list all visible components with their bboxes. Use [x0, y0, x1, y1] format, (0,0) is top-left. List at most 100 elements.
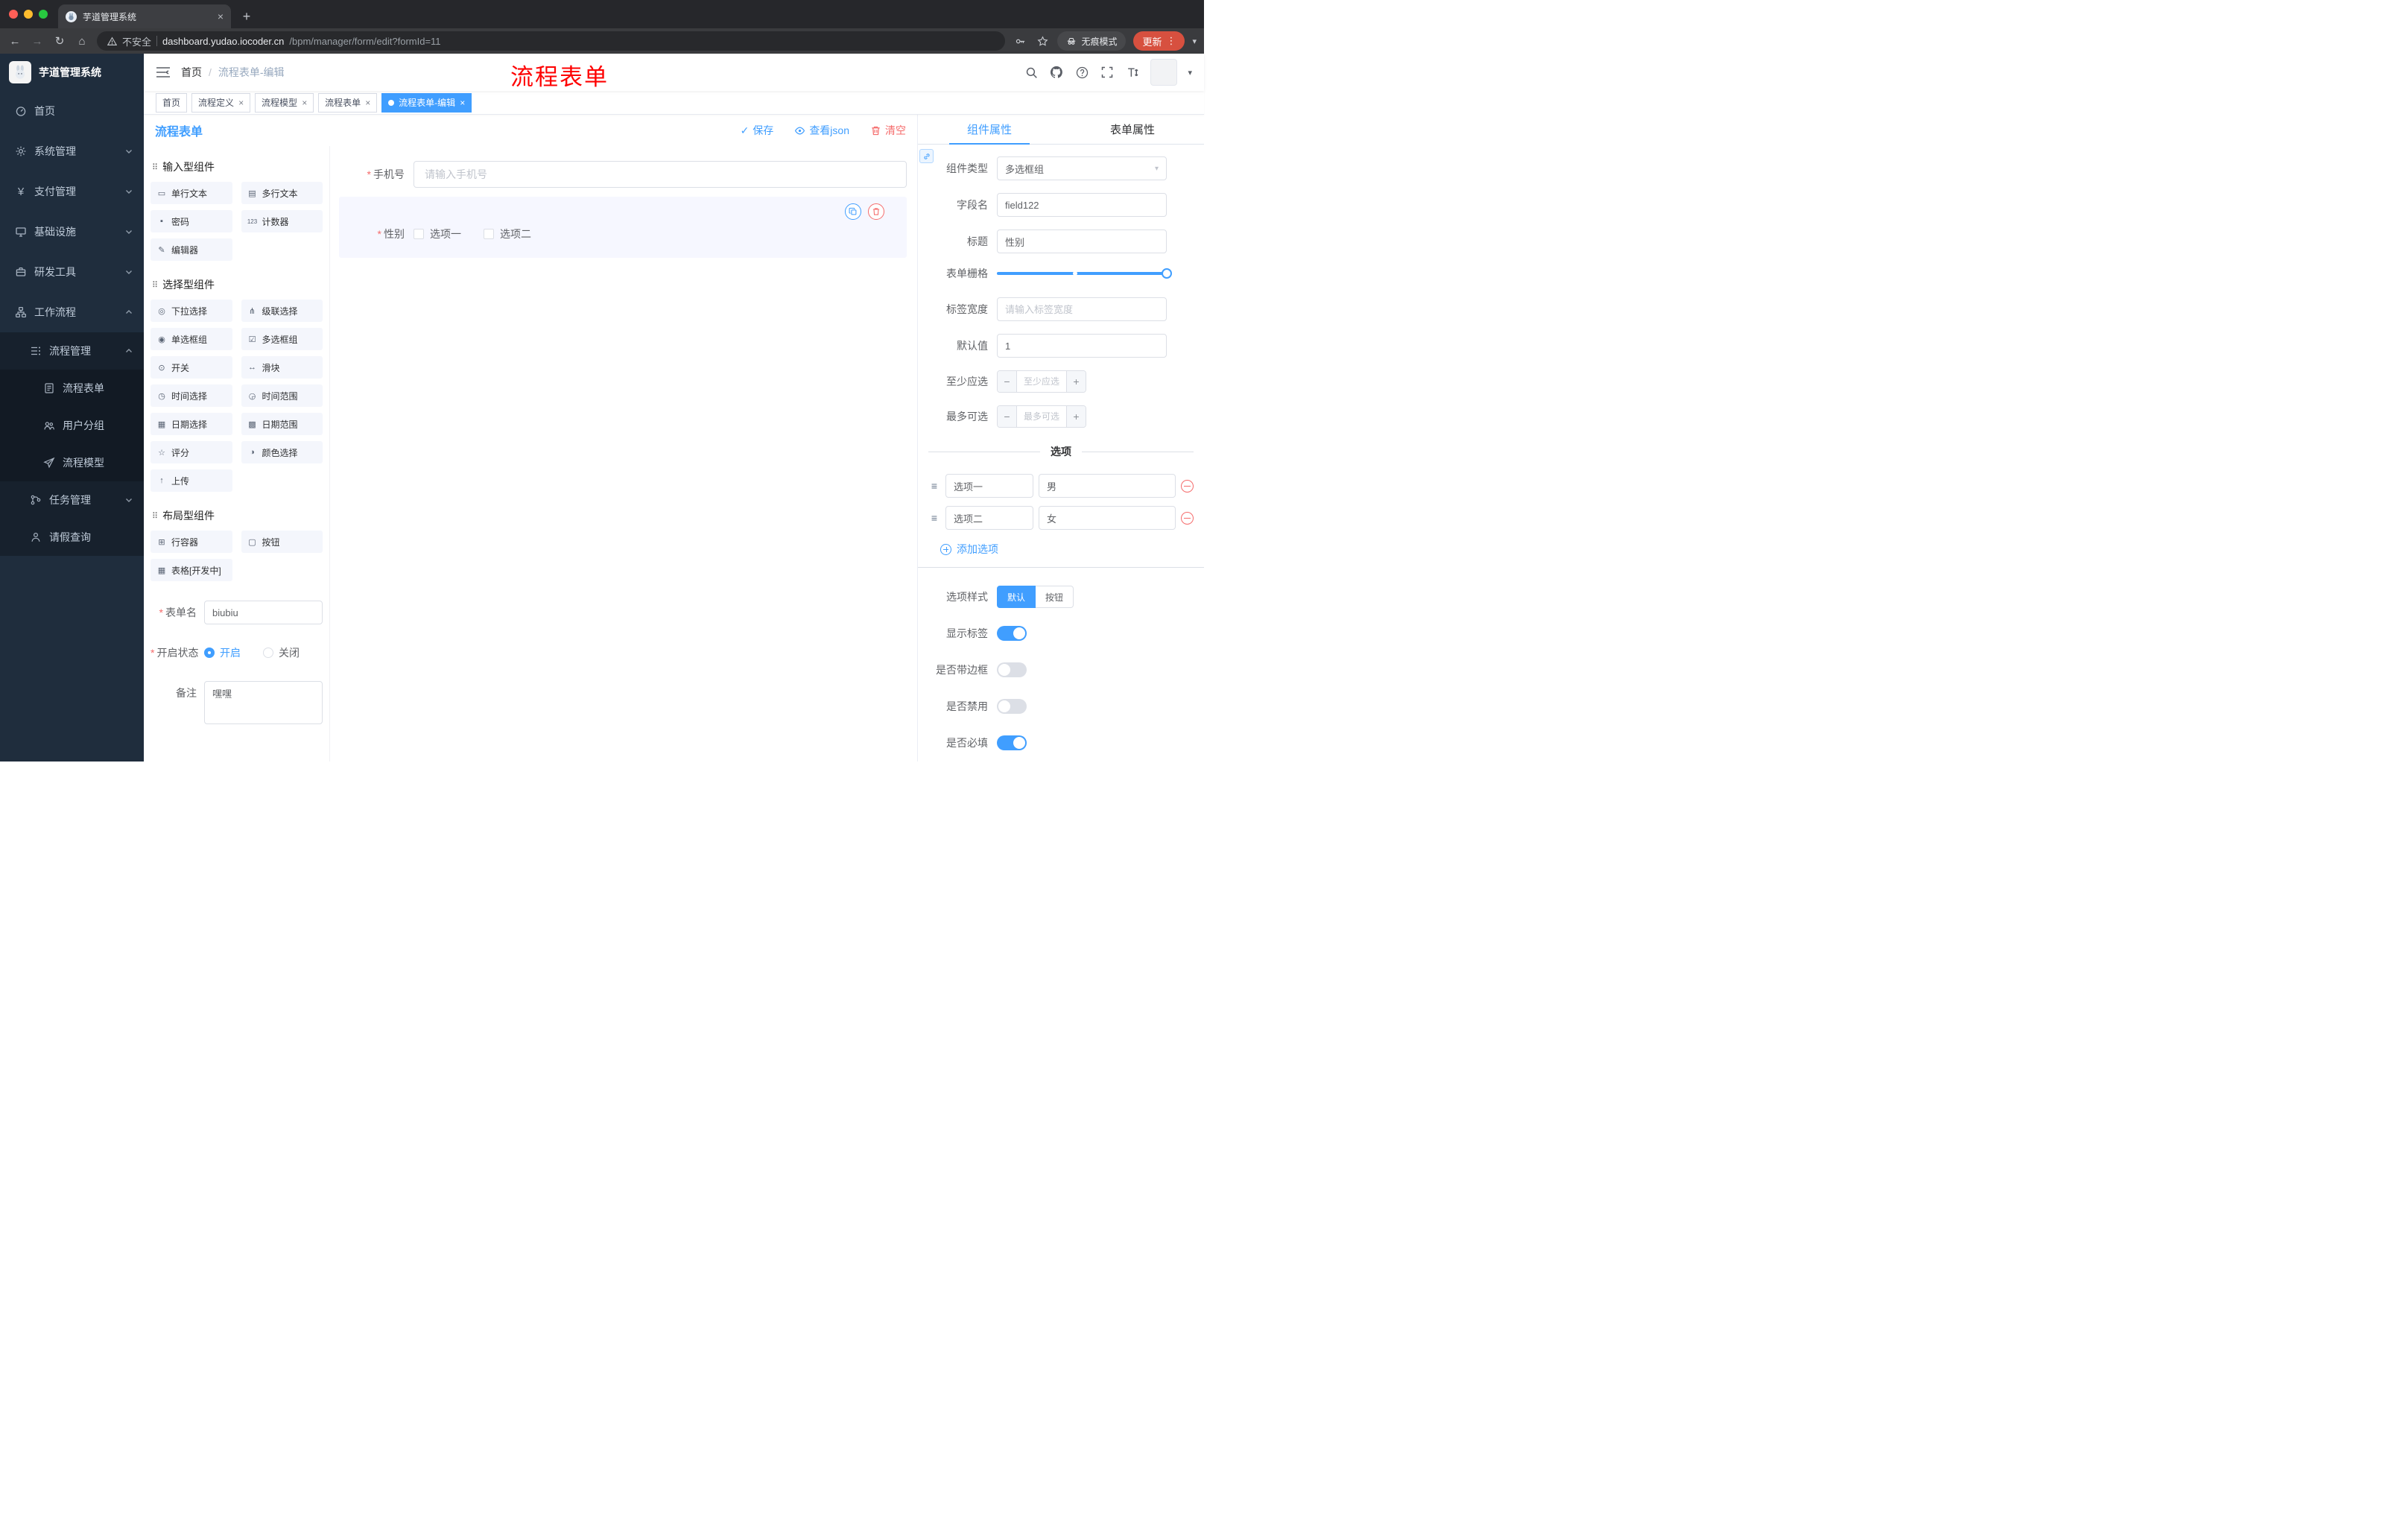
gender-option-1-checkbox[interactable]: 选项一 — [414, 227, 461, 241]
palette-item-counter[interactable]: 123 计数器 — [241, 210, 323, 232]
sidebar-item-payment[interactable]: ¥ 支付管理 — [0, 171, 144, 212]
clear-button[interactable]: 清空 — [870, 123, 906, 138]
tab-form-props[interactable]: 表单属性 — [1061, 115, 1204, 144]
style-default-button[interactable]: 默认 — [997, 586, 1036, 608]
palette-item-checkbox-group[interactable]: ☑ 多选框组 — [241, 328, 323, 350]
palette-item-switch[interactable]: ⊙ 开关 — [150, 356, 232, 379]
slider-handle[interactable] — [1162, 268, 1172, 279]
show-label-switch[interactable] — [997, 626, 1027, 641]
tag-process-form-edit[interactable]: 流程表单-编辑 — [381, 92, 472, 113]
status-on-radio[interactable]: 开启 — [204, 645, 241, 660]
palette-item-time-picker[interactable]: ◷ 时间选择 — [150, 384, 232, 407]
option-label-input[interactable] — [945, 506, 1033, 530]
help-icon[interactable] — [1074, 65, 1089, 80]
tag-close-icon[interactable] — [365, 98, 370, 108]
palette-item-select[interactable]: ◎ 下拉选择 — [150, 300, 232, 322]
sidebar-item-system[interactable]: 系统管理 — [0, 131, 144, 171]
decrease-button[interactable] — [998, 371, 1017, 392]
option-value-input[interactable] — [1039, 474, 1176, 498]
bookmark-star-icon[interactable] — [1035, 34, 1050, 48]
password-key-icon[interactable] — [1013, 34, 1027, 48]
zoom-window-button[interactable] — [39, 10, 48, 19]
palette-item-single-line-text[interactable]: ▭ 单行文本 — [150, 182, 232, 204]
home-icon[interactable]: ⌂ — [75, 35, 89, 48]
sidebar-item-devtools[interactable]: 研发工具 — [0, 252, 144, 292]
component-type-select[interactable]: 多选框组 ▾ — [997, 156, 1167, 180]
copy-component-button[interactable] — [845, 203, 861, 220]
palette-item-slider[interactable]: ↔ 滑块 — [241, 356, 323, 379]
add-option-button[interactable]: 添加选项 — [918, 542, 1204, 557]
option-value-input[interactable] — [1039, 506, 1176, 530]
tab-component-props[interactable]: 组件属性 — [918, 115, 1061, 145]
new-tab-button[interactable] — [237, 7, 256, 26]
gender-option-2-checkbox[interactable]: 选项二 — [484, 227, 531, 241]
disabled-switch[interactable] — [997, 699, 1027, 714]
form-name-input[interactable] — [204, 601, 323, 624]
palette-item-rate[interactable]: ☆ 评分 — [150, 441, 232, 463]
form-remark-textarea[interactable]: 嘿嘿 — [204, 681, 323, 724]
max-checked-input[interactable] — [1017, 406, 1066, 427]
reload-icon[interactable]: ↻ — [52, 34, 67, 48]
palette-item-button[interactable]: ▢ 按钮 — [241, 531, 323, 553]
avatar-caret-icon[interactable]: ▾ — [1188, 68, 1192, 77]
canvas-field-phone[interactable]: 手机号 — [339, 161, 907, 188]
sidebar-item-task-management[interactable]: 任务管理 — [0, 481, 144, 519]
required-switch[interactable] — [997, 735, 1027, 750]
user-avatar[interactable] — [1150, 59, 1178, 86]
phone-input[interactable] — [414, 161, 907, 188]
sidebar-item-process-management[interactable]: 流程管理 — [0, 332, 144, 370]
sidebar-item-home[interactable]: 首页 — [0, 91, 144, 131]
style-button-button[interactable]: 按钮 — [1036, 586, 1074, 608]
field-name-input[interactable] — [997, 193, 1167, 217]
title-input[interactable] — [997, 229, 1167, 253]
increase-button[interactable] — [1066, 406, 1086, 427]
sidebar-item-infrastructure[interactable]: 基础设施 — [0, 212, 144, 252]
remove-option-button[interactable] — [1181, 511, 1194, 525]
form-canvas[interactable]: 手机号 — [330, 146, 917, 762]
drag-handle-icon[interactable]: ≡ — [928, 480, 940, 492]
label-width-input[interactable] — [997, 297, 1167, 321]
min-checked-input[interactable] — [1017, 371, 1066, 392]
sidebar-item-process-model[interactable]: 流程模型 — [0, 444, 144, 481]
close-window-button[interactable] — [9, 10, 18, 19]
palette-item-upload[interactable]: ↑ 上传 — [150, 469, 232, 492]
drag-handle-icon[interactable]: ≡ — [928, 512, 940, 524]
palette-item-password[interactable]: ▪ 密码 — [150, 210, 232, 232]
remove-option-button[interactable] — [1181, 479, 1194, 493]
update-browser-button[interactable]: 更新 ⋮ — [1133, 31, 1185, 51]
back-icon[interactable]: ← — [7, 35, 22, 48]
fullscreen-icon[interactable] — [1100, 65, 1115, 80]
tag-close-icon[interactable] — [238, 98, 244, 108]
tag-process-model[interactable]: 流程模型 — [255, 92, 314, 113]
increase-button[interactable] — [1066, 371, 1086, 392]
view-json-button[interactable]: 查看json — [794, 123, 849, 138]
profile-caret-icon[interactable]: ▾ — [1192, 37, 1197, 46]
browser-tab[interactable]: 芋道管理系统 — [58, 4, 231, 28]
palette-item-radio-group[interactable]: ◉ 单选框组 — [150, 328, 232, 350]
tag-process-definition[interactable]: 流程定义 — [191, 92, 251, 113]
address-bar[interactable]: 不安全 dashboard.yudao.iocoder.cn /bpm/mana… — [97, 31, 1006, 51]
sidebar-item-process-form[interactable]: 流程表单 — [0, 370, 144, 407]
option-label-input[interactable] — [945, 474, 1033, 498]
grid-slider[interactable] — [997, 268, 1172, 279]
forward-icon[interactable]: → — [30, 35, 45, 48]
default-value-input[interactable] — [997, 334, 1167, 358]
delete-component-button[interactable] — [868, 203, 884, 220]
palette-item-editor[interactable]: ✎ 编辑器 — [150, 238, 232, 261]
tag-close-icon[interactable] — [460, 98, 465, 108]
minimize-window-button[interactable] — [24, 10, 33, 19]
palette-item-row-container[interactable]: ⊞ 行容器 — [150, 531, 232, 553]
palette-item-date-range[interactable]: ▩ 日期范围 — [241, 413, 323, 435]
tag-process-form[interactable]: 流程表单 — [318, 92, 378, 113]
palette-item-date-picker[interactable]: ▦ 日期选择 — [150, 413, 232, 435]
link-badge[interactable] — [919, 149, 934, 163]
with-border-switch[interactable] — [997, 662, 1027, 677]
hamburger-menu-icon[interactable] — [156, 66, 171, 78]
sidebar-item-workflow[interactable]: 工作流程 — [0, 292, 144, 332]
palette-item-color-picker[interactable]: ◑ 颜色选择 — [241, 441, 323, 463]
palette-item-textarea[interactable]: ▤ 多行文本 — [241, 182, 323, 204]
tag-close-icon[interactable] — [302, 98, 307, 108]
browser-menu-icon[interactable]: ⋮ — [1166, 35, 1176, 47]
palette-item-table[interactable]: ▦ 表格[开发中] — [150, 559, 232, 581]
search-icon[interactable] — [1024, 65, 1039, 80]
